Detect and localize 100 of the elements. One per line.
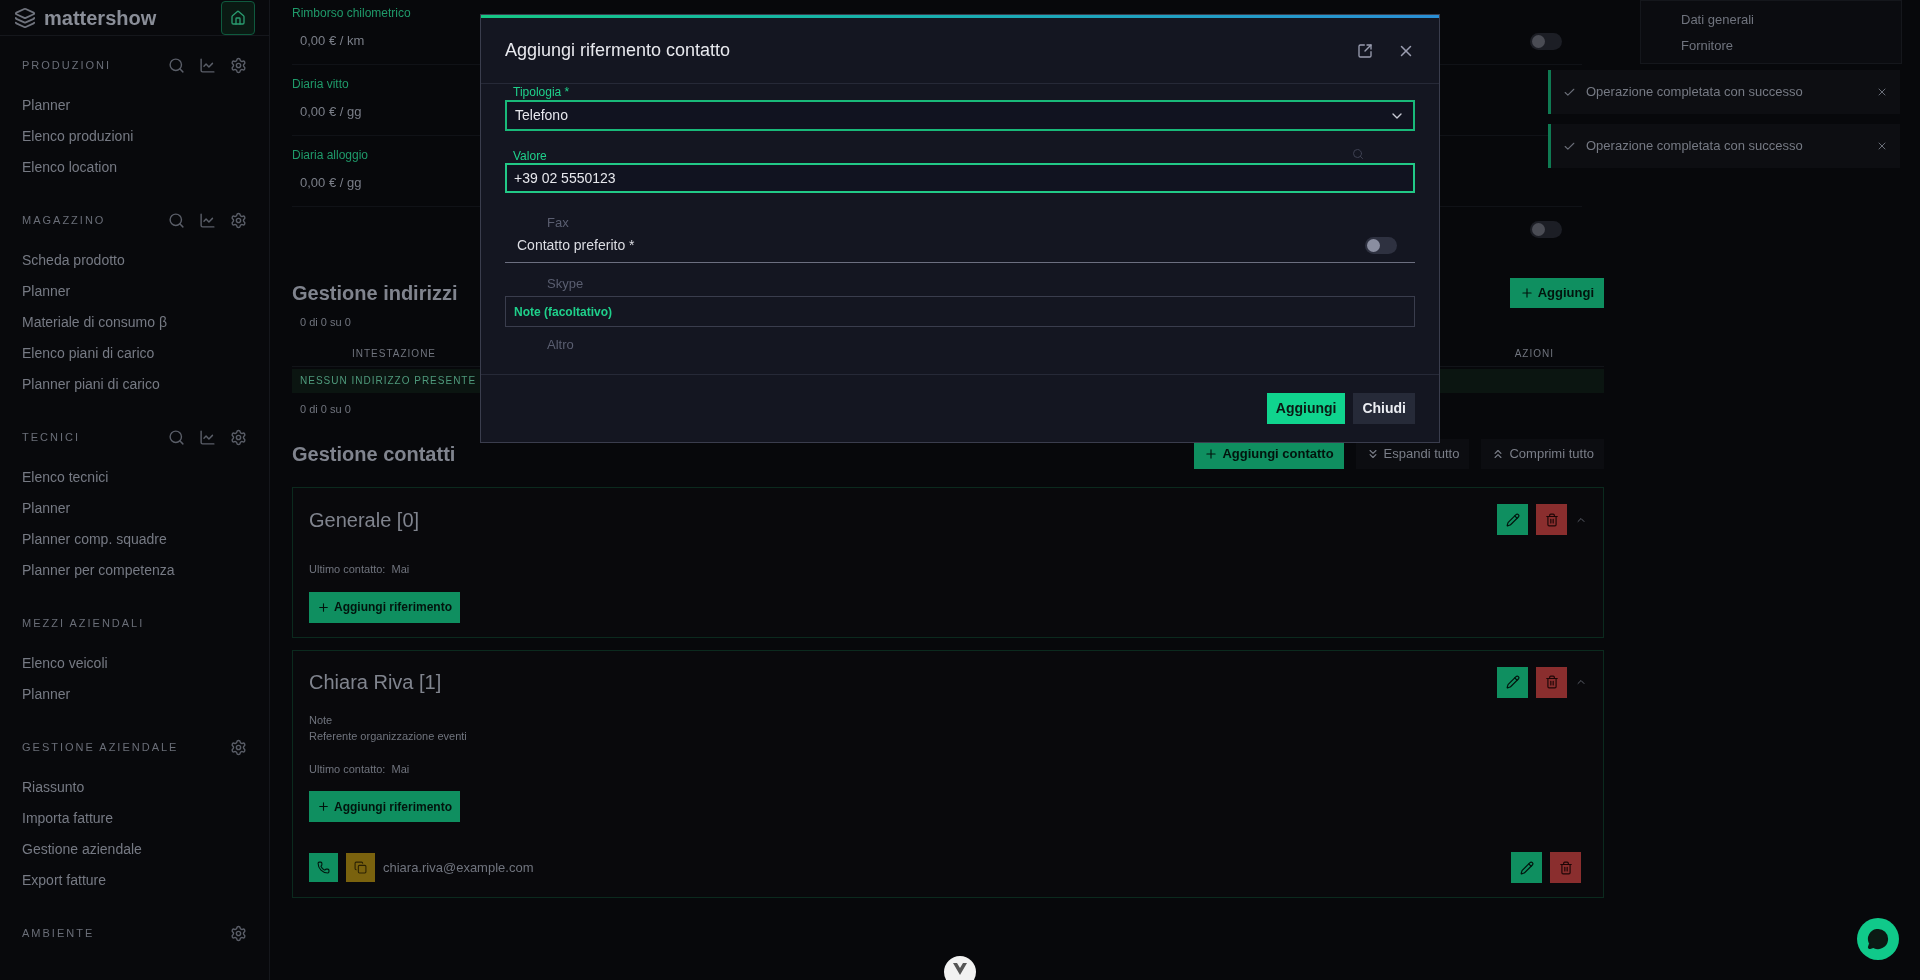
rate-label: Diaria vitto	[292, 76, 349, 93]
phone-icon	[309, 853, 338, 882]
edit-button[interactable]	[1497, 666, 1528, 698]
plus-icon	[317, 800, 330, 813]
sidebar-item[interactable]: Planner	[22, 90, 71, 121]
last-contact: Ultimo contatto: Mai	[309, 761, 410, 777]
sidebar-item[interactable]: Elenco produzioni	[22, 121, 134, 152]
add-button[interactable]: Aggiungi	[1509, 278, 1604, 308]
copy-button[interactable]	[346, 853, 375, 882]
sidebar-item[interactable]: Planner comp. squadre	[22, 524, 167, 555]
delete-button[interactable]	[1536, 666, 1567, 698]
settings-icon[interactable]	[230, 738, 247, 756]
field-label: Tipologia *	[513, 84, 570, 100]
section-heading: PRODUZIONI	[22, 57, 112, 73]
last-contact: Ultimo contatto: Mai	[309, 562, 410, 577]
sidebar-item[interactable]: Elenco piani di carico	[22, 338, 155, 369]
close-icon[interactable]	[1876, 140, 1888, 152]
chat-icon	[1867, 928, 1889, 950]
plus-icon	[1519, 286, 1534, 300]
settings-icon[interactable]	[230, 211, 247, 229]
logo-icon	[14, 6, 36, 29]
sidebar-item[interactable]: Gestione aziendale	[22, 834, 142, 865]
rate-value: 0,00 € / km	[299, 32, 365, 51]
devtools-button[interactable]	[944, 956, 976, 980]
home-icon	[230, 9, 246, 26]
plus-icon	[1204, 447, 1219, 461]
add-reference-button[interactable]: Aggiungi riferimento	[309, 791, 460, 822]
expand-all-button[interactable]: Espandi tutto	[1355, 439, 1470, 469]
collapse-all-button[interactable]: Comprimi tutto	[1481, 439, 1604, 469]
chevron-logo-icon	[953, 963, 967, 975]
logo-text: mattershow	[44, 5, 157, 31]
toggle-switch[interactable]	[1530, 221, 1562, 238]
section-heading: TECNICI	[22, 429, 80, 445]
sidebar-item[interactable]: Elenco tecnici	[22, 462, 109, 493]
chat-button[interactable]	[1857, 918, 1899, 960]
note-field[interactable]: Note (facoltativo)	[505, 296, 1415, 327]
dialog-title: Aggiungi rifermento contatto	[505, 39, 731, 62]
edit-button[interactable]	[1497, 504, 1528, 535]
sidebar-item[interactable]: Importa fatture	[22, 803, 114, 834]
toggle-switch[interactable]	[1530, 32, 1562, 50]
sidebar-item[interactable]: Planner per competenza	[22, 555, 175, 586]
delete-button[interactable]	[1550, 852, 1581, 883]
chart-icon[interactable]	[199, 211, 216, 229]
sidebar-item[interactable]: Riassunto	[22, 772, 85, 803]
pencil-icon	[1505, 675, 1520, 689]
toast-message: Operazione completata con successo	[1586, 137, 1804, 156]
sidebar-item[interactable]: Export fatture	[22, 865, 107, 896]
add-button[interactable]: Aggiungi	[1266, 393, 1346, 424]
delete-button[interactable]	[1536, 504, 1567, 535]
settings-icon[interactable]	[230, 428, 247, 446]
home-button[interactable]	[221, 0, 255, 35]
menu-item[interactable]: Dati generali	[1681, 7, 1754, 33]
search-icon	[1352, 148, 1364, 160]
rate-value: 0,00 € / gg	[299, 103, 362, 122]
toast-message: Operazione completata con successo	[1586, 83, 1804, 102]
section-title: Gestione contatti	[292, 442, 456, 467]
sidebar-item[interactable]: Elenco location	[22, 152, 117, 183]
section-heading: AMBIENTE	[22, 925, 95, 941]
menu-item[interactable]: Fornitore	[1681, 33, 1734, 59]
expand-icon[interactable]	[1357, 42, 1373, 59]
trash-icon	[1544, 675, 1559, 689]
search-icon[interactable]	[168, 211, 185, 229]
pencil-icon	[1505, 512, 1520, 527]
reference-value: chiara.riva@example.com	[383, 858, 534, 877]
chart-icon[interactable]	[199, 56, 216, 74]
column-header: AZIONI	[1514, 346, 1554, 361]
sidebar-item[interactable]: Planner piani di carico	[22, 369, 160, 400]
value-input[interactable]: +39 02 5550123	[505, 163, 1415, 193]
section-heading: MAGAZZINO	[22, 212, 106, 228]
dropdown-option[interactable]: Altro	[547, 330, 574, 360]
sidebar-item[interactable]: Planner	[22, 493, 71, 524]
dropdown-option[interactable]: Skype	[547, 269, 584, 299]
add-reference-button[interactable]: Aggiungi riferimento	[309, 591, 460, 623]
plus-icon	[317, 600, 330, 614]
section-title: Gestione indirizzi	[292, 281, 458, 306]
toggle-switch[interactable]	[1365, 237, 1397, 254]
pagination-text: 0 di 0 su 0	[300, 401, 351, 417]
sidebar-item[interactable]: Planner	[22, 679, 71, 710]
close-button[interactable]: Chiudi	[1353, 393, 1415, 424]
settings-icon[interactable]	[230, 924, 247, 942]
trash-icon	[1558, 860, 1573, 875]
note-label: Note	[309, 712, 333, 728]
search-icon[interactable]	[168, 56, 185, 74]
type-select[interactable]: Telefono	[505, 100, 1415, 131]
settings-icon[interactable]	[230, 56, 247, 74]
rate-value: 0,00 € / gg	[299, 174, 362, 193]
section-heading: GESTIONE AZIENDALE	[22, 739, 179, 755]
sidebar-item[interactable]: Materiale di consumo β	[22, 307, 167, 338]
rate-label: Rimborso chilometrico	[292, 5, 411, 22]
sidebar-item[interactable]: Elenco veicoli	[22, 648, 108, 679]
edit-button[interactable]	[1511, 852, 1542, 883]
dropdown-option[interactable]: Fax	[547, 208, 569, 238]
sidebar-item[interactable]: Scheda prodotto	[22, 245, 125, 276]
sidebar-item[interactable]: Planner	[22, 276, 71, 307]
contact-name: Generale [0]	[309, 507, 420, 533]
close-icon[interactable]	[1876, 86, 1888, 98]
note-text: Referente organizzazione eventi	[309, 729, 467, 744]
chart-icon[interactable]	[199, 428, 216, 446]
rate-label: Diaria alloggio	[292, 147, 369, 164]
search-icon[interactable]	[168, 428, 185, 446]
